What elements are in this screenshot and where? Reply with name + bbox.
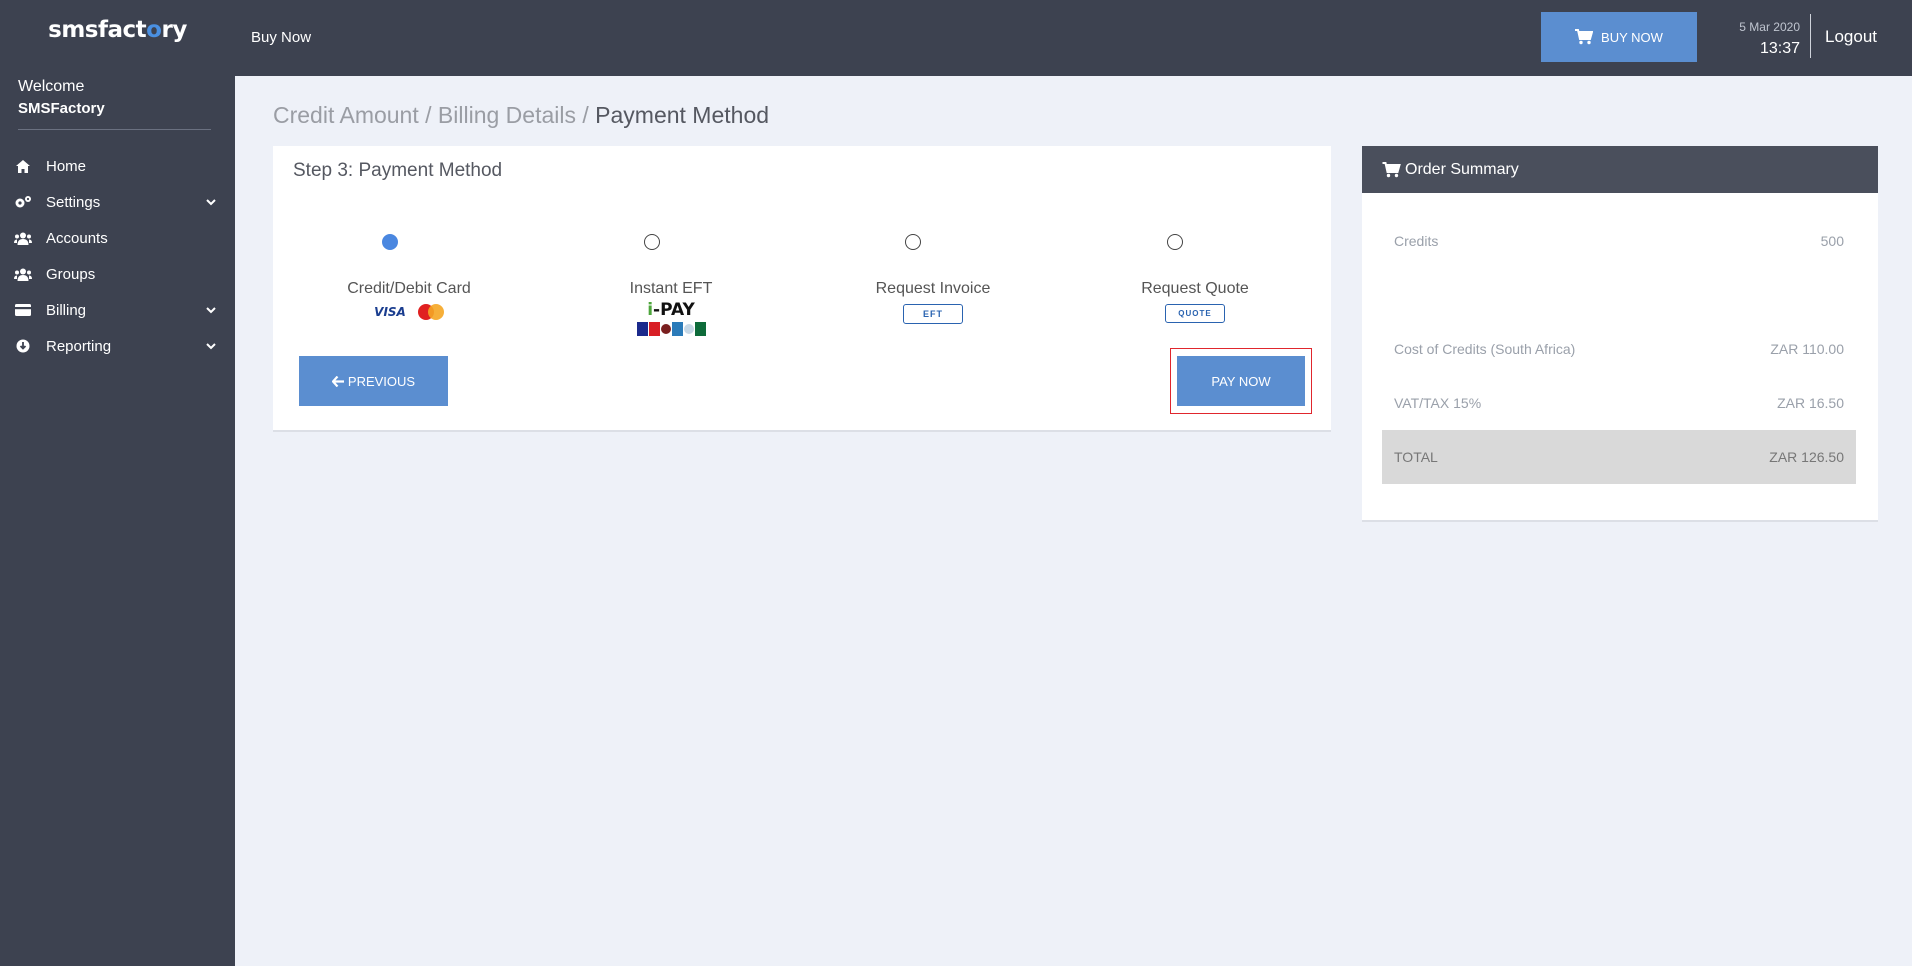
- home-icon: [14, 159, 32, 173]
- sidebar-nav: Home Settings Accounts Groups Billing Re…: [0, 148, 235, 364]
- order-summary: Order Summary Credits 500 Cost of Credit…: [1362, 146, 1878, 522]
- download-icon: [14, 339, 32, 353]
- payment-method-card: Step 3: Payment Method Credit/Debit Card…: [273, 146, 1331, 432]
- visa-logo: VISA: [374, 305, 406, 319]
- option-label: Request Quote: [1141, 280, 1249, 297]
- pay-now-label: PAY NOW: [1211, 373, 1271, 389]
- breadcrumb-payment-method: Payment Method: [595, 102, 770, 128]
- sidebar-divider: [18, 129, 211, 130]
- row-value: ZAR 110.00: [1770, 341, 1844, 357]
- radio-instant-eft[interactable]: [644, 234, 660, 250]
- order-summary-header: Order Summary: [1362, 146, 1878, 193]
- breadcrumb: Credit Amount / Billing Details / Paymen…: [273, 102, 769, 129]
- top-bar: Buy Now BUY NOW 5 Mar 2020 13:37 Logout: [235, 0, 1912, 76]
- breadcrumb-separator: /: [418, 102, 438, 128]
- cart-icon: [1575, 29, 1594, 45]
- sidebar-item-label: Settings: [46, 193, 101, 211]
- breadcrumb-separator: /: [575, 102, 596, 128]
- chevron-down-icon: [206, 199, 216, 206]
- card-title: Step 3: Payment Method: [293, 160, 503, 181]
- radio-credit-card[interactable]: [382, 234, 398, 250]
- order-summary-title: Order Summary: [1405, 160, 1519, 178]
- row-value: ZAR 16.50: [1777, 395, 1844, 411]
- breadcrumb-billing-details[interactable]: Billing Details: [438, 102, 576, 128]
- card-logos: VISA: [309, 304, 509, 320]
- sidebar: smsfact o ry Welcome SMSFactory Home Setti…: [0, 0, 235, 966]
- buy-now-link[interactable]: Buy Now: [251, 29, 311, 46]
- cogs-icon: [14, 195, 32, 209]
- row-value: 500: [1820, 233, 1844, 249]
- chevron-down-icon: [206, 307, 216, 314]
- current-date: 5 Mar 2020: [1739, 20, 1800, 34]
- topbar-divider: [1810, 14, 1811, 58]
- radio-request-invoice[interactable]: [905, 234, 921, 250]
- mastercard-logo: [417, 304, 444, 320]
- sidebar-item-billing[interactable]: Billing: [0, 292, 235, 328]
- summary-row-vat: VAT/TAX 15% ZAR 16.50: [1382, 376, 1856, 430]
- pay-now-button[interactable]: PAY NOW: [1177, 356, 1305, 406]
- option-label: Credit/Debit Card: [347, 280, 471, 297]
- arrow-left-icon: [331, 375, 344, 387]
- sidebar-item-home[interactable]: Home: [0, 148, 235, 184]
- chevron-down-icon: [206, 343, 216, 350]
- row-label: Credits: [1394, 233, 1439, 249]
- buy-now-label: BUY NOW: [1601, 29, 1663, 45]
- users-icon: [14, 231, 32, 245]
- previous-label: PREVIOUS: [347, 373, 416, 389]
- sidebar-item-groups[interactable]: Groups: [0, 256, 235, 292]
- summary-row-total: TOTAL ZAR 126.50: [1382, 430, 1856, 484]
- row-label: VAT/TAX 15%: [1394, 395, 1482, 411]
- logout-link[interactable]: Logout: [1825, 27, 1877, 47]
- welcome-text: Welcome: [18, 78, 85, 95]
- option-request-invoice[interactable]: Request Invoice EFT: [833, 280, 1033, 324]
- option-request-quote[interactable]: Request Quote QUOTE: [1095, 280, 1295, 323]
- previous-button[interactable]: PREVIOUS: [299, 356, 448, 406]
- sidebar-item-settings[interactable]: Settings: [0, 184, 235, 220]
- sidebar-item-label: Billing: [46, 301, 87, 319]
- sidebar-item-label: Groups: [46, 265, 96, 283]
- users-icon: [14, 267, 32, 281]
- sidebar-item-accounts[interactable]: Accounts: [0, 220, 235, 256]
- welcome-block: Welcome SMSFactory: [0, 60, 235, 117]
- sidebar-item-label: Home: [46, 157, 87, 175]
- breadcrumb-credit-amount[interactable]: Credit Amount: [273, 102, 419, 128]
- quote-badge: QUOTE: [1165, 304, 1225, 323]
- credit-card-icon: [14, 303, 32, 317]
- logo[interactable]: smsfact o ry: [0, 0, 235, 60]
- option-instant-eft[interactable]: Instant EFT i-PAY: [571, 280, 771, 336]
- user-name: SMSFactory: [18, 100, 105, 117]
- ipay-logo: i-PAY: [647, 300, 695, 320]
- summary-row-credits: Credits 500: [1382, 214, 1856, 268]
- row-value: ZAR 126.50: [1769, 449, 1844, 465]
- radio-request-quote[interactable]: [1167, 234, 1183, 250]
- row-label: TOTAL: [1394, 449, 1438, 465]
- buy-now-button[interactable]: BUY NOW: [1541, 12, 1697, 62]
- bank-logos: [571, 322, 771, 336]
- summary-row-cost: Cost of Credits (South Africa) ZAR 110.0…: [1382, 322, 1856, 376]
- current-time: 13:37: [1759, 40, 1800, 57]
- option-credit-card[interactable]: Credit/Debit Card VISA: [309, 280, 509, 320]
- option-label: Instant EFT: [629, 280, 713, 297]
- sidebar-item-label: Reporting: [46, 337, 112, 355]
- eft-badge: EFT: [903, 304, 963, 324]
- sidebar-item-reporting[interactable]: Reporting: [0, 328, 235, 364]
- sidebar-item-label: Accounts: [46, 229, 108, 247]
- option-label: Request Invoice: [875, 280, 991, 297]
- cart-icon: [1382, 161, 1401, 177]
- row-label: Cost of Credits (South Africa): [1394, 341, 1576, 357]
